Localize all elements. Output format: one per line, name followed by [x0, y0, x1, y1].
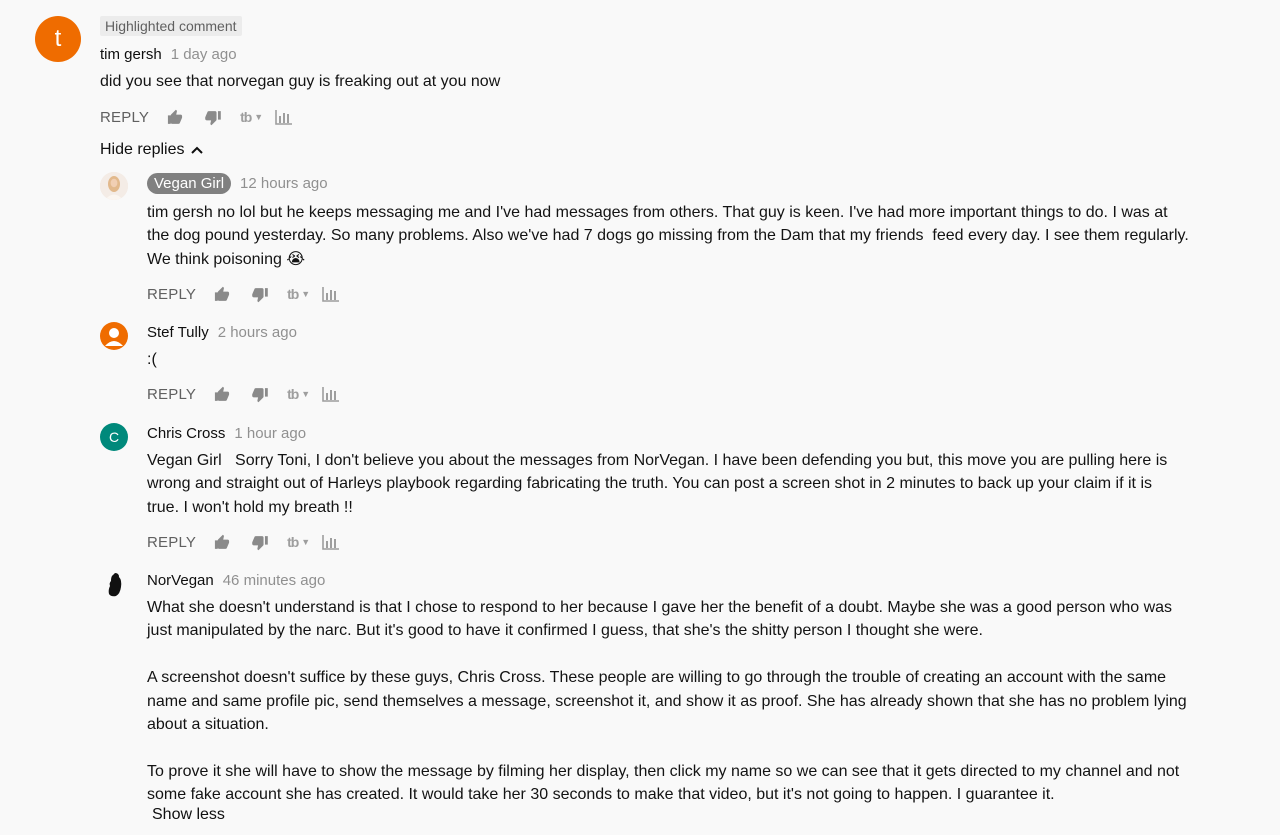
author-name[interactable]: Vegan Girl — [147, 173, 232, 194]
thumbs-down-icon[interactable] — [249, 384, 271, 404]
comment-header: NorVegan 46 minutes ago — [147, 572, 325, 589]
thumbs-up-icon[interactable] — [211, 284, 233, 304]
profile-photo-icon — [100, 172, 128, 200]
hide-replies-button[interactable]: Hide replies — [100, 141, 204, 159]
comment-line: We think poisoning 😭 — [147, 250, 306, 268]
comment-header: Vegan Girl 12 hours ago — [147, 173, 328, 194]
comment-actions: REPLY tb ▼ — [100, 106, 311, 128]
reply-button[interactable]: REPLY — [147, 386, 196, 403]
highlighted-comment-badge: Highlighted comment — [100, 16, 242, 36]
comment-header: Chris Cross 1 hour ago — [147, 425, 306, 442]
dropdown-arrow-icon: ▼ — [301, 537, 311, 547]
comment-line: just manipulated by the narc. But it's g… — [147, 622, 983, 640]
comment-text: :( — [147, 348, 157, 371]
dropdown-arrow-icon: ▼ — [301, 389, 311, 399]
comment-line: :( — [147, 351, 157, 368]
avatar-letter: t — [54, 25, 62, 52]
thumbs-up-icon[interactable] — [211, 532, 233, 552]
silhouette-icon — [108, 573, 122, 597]
comment-line: name and same profile pic, send themselv… — [147, 692, 1187, 710]
dropdown-arrow-icon: ▼ — [254, 112, 264, 122]
comment-actions: REPLY tb ▼ — [147, 383, 358, 405]
thumbs-up-icon[interactable] — [164, 107, 186, 127]
tubebuddy-icon[interactable]: tb ▼ — [287, 386, 310, 402]
comment-line: about a situation. — [147, 716, 269, 734]
comment-line: A screenshot doesn't suffice by these gu… — [147, 669, 1167, 687]
comment-line: To prove it she will have to show the me… — [147, 762, 1180, 780]
author-name[interactable]: Chris Cross — [147, 425, 225, 442]
author-name[interactable]: tim gersh — [100, 46, 162, 63]
avatar-letter: C — [108, 429, 120, 445]
comment-actions: REPLY tb ▼ — [147, 283, 358, 305]
avatar-chris-cross[interactable]: C — [100, 423, 128, 451]
stats-icon[interactable] — [273, 107, 295, 127]
comment-header: tim gersh 1 day ago — [100, 46, 237, 63]
dropdown-arrow-icon: ▼ — [301, 289, 311, 299]
tubebuddy-icon[interactable]: tb ▼ — [287, 534, 310, 550]
tubebuddy-icon[interactable]: tb ▼ — [287, 286, 310, 302]
comment-line: the dog pound yesterday. So many problem… — [147, 227, 1189, 245]
comment-text: did you see that norvegan guy is freakin… — [100, 70, 500, 93]
tubebuddy-icon[interactable]: tb ▼ — [240, 109, 263, 125]
comment-time[interactable]: 46 minutes ago — [223, 572, 326, 589]
stats-icon[interactable] — [320, 384, 342, 404]
avatar-stef-tully[interactable] — [100, 322, 128, 350]
comment-line: some fake account she has created. It wo… — [147, 786, 1055, 804]
thumbs-down-icon[interactable] — [249, 284, 271, 304]
thumbs-down-icon[interactable] — [202, 107, 224, 127]
comment-line: What she doesn't understand is that I ch… — [147, 599, 1173, 616]
avatar-tim-gersh[interactable]: t — [35, 16, 81, 62]
reply-button[interactable]: REPLY — [147, 534, 196, 551]
avatar-vegan-girl[interactable] — [100, 172, 128, 200]
stats-icon[interactable] — [320, 532, 342, 552]
chevron-up-icon — [191, 146, 204, 154]
comment-line: tim gersh no lol but he keeps messaging … — [147, 204, 1168, 221]
comment-text: tim gersh no lol but he keeps messaging … — [147, 201, 1189, 271]
reply-button[interactable]: REPLY — [147, 286, 196, 303]
default-profile-icon — [105, 328, 123, 346]
hide-replies-label: Hide replies — [100, 141, 185, 158]
comment-line: true. I won't hold my breath !! — [147, 498, 353, 516]
show-less-button[interactable]: Show less — [152, 806, 225, 824]
thumbs-up-icon[interactable] — [211, 384, 233, 404]
comment-text: What she doesn't understand is that I ch… — [147, 596, 1187, 807]
reply-button[interactable]: REPLY — [100, 109, 149, 126]
comment-time[interactable]: 12 hours ago — [240, 175, 328, 192]
comment-line: Vegan Girl Sorry Toni, I don't believe y… — [147, 452, 1168, 469]
comment-line: did you see that norvegan guy is freakin… — [100, 73, 501, 90]
crying-face-emoji: 😭 — [286, 250, 306, 268]
comment-thread: t Highlighted comment tim gersh 1 day ag… — [0, 0, 1280, 835]
comment-actions: REPLY tb ▼ — [147, 531, 358, 553]
comment-time[interactable]: 1 hour ago — [234, 425, 306, 442]
comment-line: wrong and straight out of Harleys playbo… — [147, 475, 1152, 493]
author-name[interactable]: Stef Tully — [147, 324, 209, 341]
stats-icon[interactable] — [320, 284, 342, 304]
comment-text: Vegan Girl Sorry Toni, I don't believe y… — [147, 449, 1167, 519]
author-name[interactable]: NorVegan — [147, 572, 214, 589]
comment-time[interactable]: 1 day ago — [171, 46, 237, 63]
avatar-norvegan[interactable] — [100, 570, 128, 598]
comment-time[interactable]: 2 hours ago — [218, 324, 297, 341]
comment-header: Stef Tully 2 hours ago — [147, 324, 297, 341]
thumbs-down-icon[interactable] — [249, 532, 271, 552]
